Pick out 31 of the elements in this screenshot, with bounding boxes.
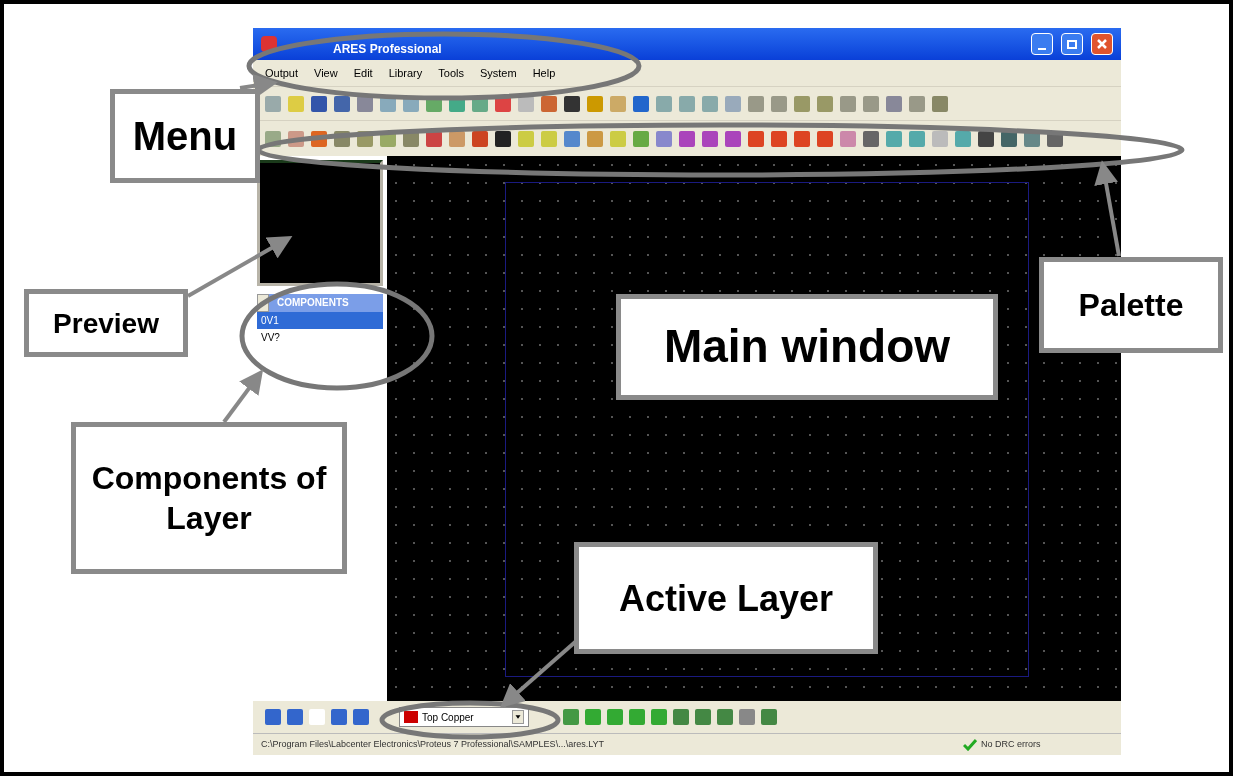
callout-label: Preview (24, 289, 188, 357)
menu-item[interactable]: Edit (353, 64, 373, 82)
window-title: ARES Professional (333, 41, 442, 58)
callout-label: Palette (1039, 257, 1223, 353)
file-path: C:\Program Files\Labcenter Electronics\Proteus 7 Professional\SAMPLES\...\ares.LYT (261, 737, 605, 751)
menu-item[interactable]: Help (532, 64, 556, 82)
toolbar-icon[interactable] (495, 130, 511, 147)
toolbar-icon[interactable] (564, 95, 580, 112)
callout-label: Components of Layer (71, 422, 347, 574)
layer-selector[interactable]: Top Copper (399, 707, 529, 727)
menu-item[interactable]: Tools (438, 64, 464, 82)
list-title: COMPONENTS (269, 294, 383, 312)
pointer-arrow (222, 369, 264, 424)
minimize-button[interactable] (1031, 33, 1053, 55)
callout-label: Active Layer (574, 542, 878, 654)
toolbar-icon[interactable] (311, 95, 327, 112)
close-icon (1096, 38, 1108, 50)
menu-item[interactable]: View (314, 64, 338, 82)
check-icon (963, 738, 977, 751)
callout-label: Menu (110, 89, 260, 183)
component-item[interactable]: 0V1 (257, 312, 383, 329)
maximize-button[interactable] (1061, 33, 1083, 55)
menu-item[interactable]: Output (265, 64, 299, 82)
drc-status: No DRC errors (981, 737, 1041, 751)
callout-label: Main window (616, 294, 998, 400)
toolbar-icon[interactable] (633, 95, 649, 112)
close-button[interactable] (1091, 33, 1113, 55)
menu-item[interactable]: Library (388, 64, 423, 82)
menu-item[interactable]: System (479, 64, 517, 82)
toolbar-icon[interactable] (863, 130, 879, 147)
layer-name: Top Copper (422, 710, 475, 725)
